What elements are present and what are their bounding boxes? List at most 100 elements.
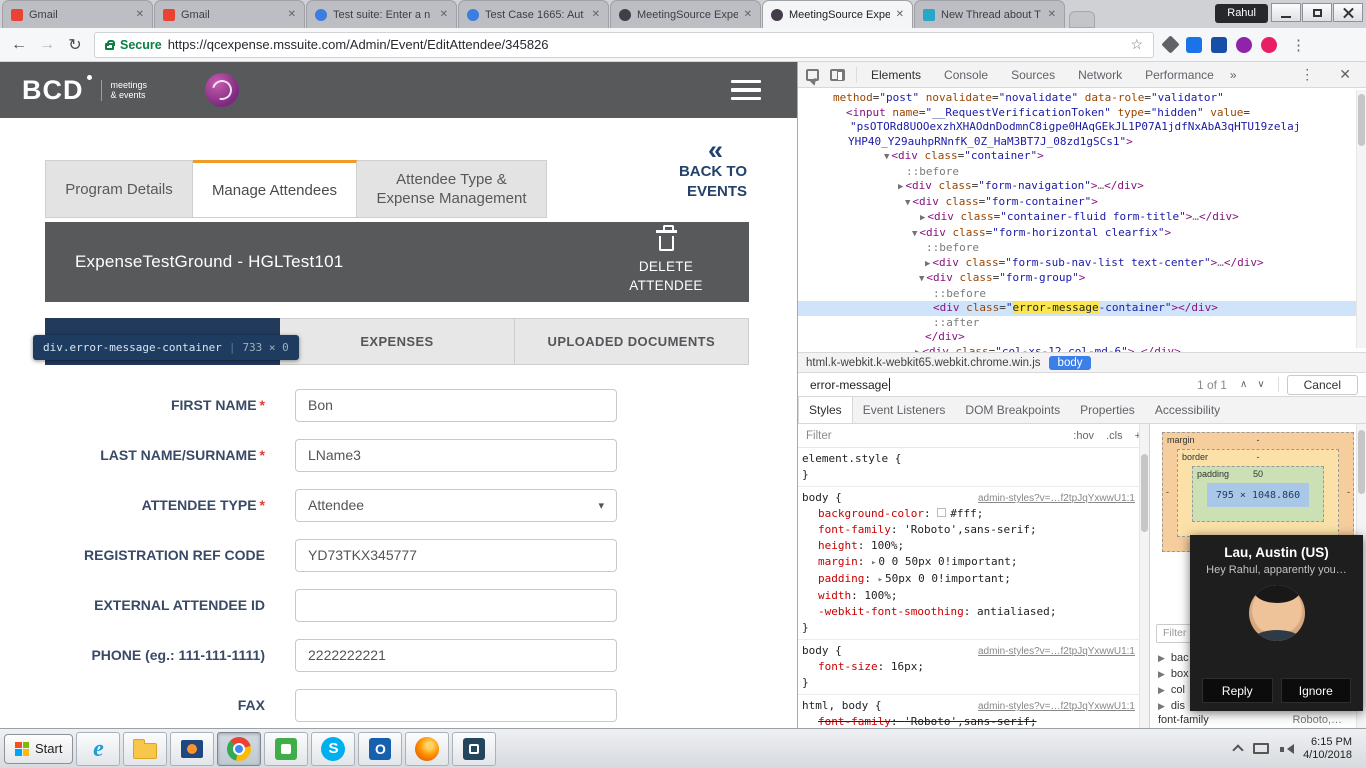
- last-name-input[interactable]: [295, 439, 617, 472]
- css-property[interactable]: font-size: 16px;: [798, 659, 1149, 675]
- devtools-menu-icon[interactable]: ⋮: [1293, 66, 1321, 83]
- media-player-taskbar-button[interactable]: [170, 732, 214, 766]
- dom-node[interactable]: ▼<div class="form-horizontal clearfix">: [798, 226, 1366, 242]
- dom-node[interactable]: ::before: [798, 287, 1366, 302]
- extension-icon-1[interactable]: [1161, 35, 1179, 53]
- css-property[interactable]: font-family: 'Roboto',sans-serif;: [798, 522, 1149, 538]
- dom-node[interactable]: method="post" novalidate="novalidate" da…: [798, 91, 1366, 106]
- styles-filter[interactable]: Filter: [806, 430, 832, 442]
- css-property[interactable]: background-color: #fff;: [798, 506, 1149, 522]
- dom-node[interactable]: ▼<div class="form-group">: [798, 271, 1366, 287]
- minimize-button[interactable]: [1271, 3, 1301, 22]
- ignore-button[interactable]: Ignore: [1281, 678, 1352, 703]
- external-attendee-id-input[interactable]: [295, 589, 617, 622]
- subtab-uploaded-documents[interactable]: UPLOADED DOCUMENTS: [515, 318, 749, 365]
- tab-attendee-type-expense[interactable]: Attendee Type & Expense Management: [357, 160, 547, 218]
- dom-node[interactable]: ▶<div class="form-sub-nav-list text-cent…: [798, 256, 1366, 272]
- start-button[interactable]: Start: [4, 734, 73, 764]
- stylesheet-link[interactable]: admin-styles?v=…f2tpJqYxwwU1:1: [978, 699, 1135, 715]
- new-tab-button[interactable]: [1069, 11, 1095, 28]
- green-app-taskbar-button[interactable]: [264, 732, 308, 766]
- styles-tab-styles[interactable]: Styles: [798, 397, 853, 423]
- css-selector[interactable]: body: [802, 644, 829, 657]
- phone-input[interactable]: [295, 639, 617, 672]
- browser-tab[interactable]: Test Case 1665: Aut✕: [458, 0, 609, 28]
- extension-icon-5[interactable]: [1261, 37, 1277, 53]
- css-property[interactable]: margin: ▸0 0 50px 0!important;: [798, 554, 1149, 571]
- reply-button[interactable]: Reply: [1202, 678, 1273, 703]
- search-previous-icon[interactable]: ∧: [1235, 379, 1252, 390]
- back-to-events-link[interactable]: « BACK TO EVENTS: [627, 138, 747, 203]
- devtools-tab-network[interactable]: Network: [1075, 68, 1125, 82]
- devtools-tab-console[interactable]: Console: [941, 68, 991, 82]
- inspect-element-icon[interactable]: [806, 69, 819, 81]
- first-name-input[interactable]: [295, 389, 617, 422]
- device-toolbar-icon[interactable]: [830, 69, 845, 81]
- fax-input[interactable]: [295, 689, 617, 722]
- extension-icon-3[interactable]: [1211, 37, 1227, 53]
- tab-close-icon[interactable]: ✕: [592, 9, 600, 20]
- dom-node[interactable]: ::before: [798, 241, 1366, 256]
- dom-node[interactable]: "psOTORd8UOOexzhXHAOdnDodmnC8igpe0HAqGEk…: [798, 120, 1366, 135]
- delete-attendee-button[interactable]: DELETE ATTENDEE: [619, 228, 713, 296]
- display-icon[interactable]: [1253, 743, 1269, 754]
- search-query[interactable]: error-message: [810, 378, 888, 392]
- dom-node[interactable]: YHP40_Y29auhpRNnfK_0Z_HaM3BT7J_08zd1gSCs…: [798, 135, 1366, 150]
- dom-node[interactable]: ::before: [798, 165, 1366, 180]
- tab-close-icon[interactable]: ✕: [440, 9, 448, 20]
- browser-tab[interactable]: Gmail✕: [2, 0, 153, 28]
- dom-node[interactable]: ▶<div class="col-xs-12 col-md-6">…</div>: [798, 345, 1366, 353]
- ts-app-taskbar-button[interactable]: [452, 732, 496, 766]
- chrome-menu-icon[interactable]: ⋮: [1287, 36, 1310, 54]
- styles-tab-properties[interactable]: Properties: [1070, 397, 1145, 423]
- ie-taskbar-button[interactable]: e: [76, 732, 120, 766]
- css-property[interactable]: padding: ▸50px 0 0!important;: [798, 571, 1149, 588]
- css-selector[interactable]: html, body: [802, 699, 868, 712]
- profile-button[interactable]: Rahul: [1215, 4, 1268, 23]
- tray-expand-icon[interactable]: [1232, 744, 1243, 755]
- tab-program-details[interactable]: Program Details: [45, 160, 193, 218]
- css-property[interactable]: width: 100%;: [798, 588, 1149, 604]
- devtools-tab-performance[interactable]: Performance: [1142, 68, 1217, 82]
- skype-taskbar-button[interactable]: S: [311, 732, 355, 766]
- stylesheet-link[interactable]: admin-styles?v=…f2tpJqYxwwU1:1: [978, 491, 1135, 507]
- css-property[interactable]: -webkit-font-smoothing: antialiased;: [798, 604, 1149, 620]
- dom-node[interactable]: ▶<div class="container-fluid form-title"…: [798, 210, 1366, 226]
- css-selector[interactable]: body: [802, 491, 829, 504]
- close-button[interactable]: [1333, 3, 1363, 22]
- bookmark-star-icon[interactable]: ☆: [1130, 36, 1143, 53]
- refresh-icon[interactable]: ↻: [66, 35, 84, 55]
- subtab-expenses[interactable]: EXPENSES: [280, 318, 514, 365]
- more-tabs-icon[interactable]: »: [1230, 68, 1237, 82]
- tab-close-icon[interactable]: ✕: [136, 9, 144, 20]
- hamburger-menu-icon[interactable]: [731, 80, 761, 101]
- extension-icon-4[interactable]: [1236, 37, 1252, 53]
- registration-ref-code-input[interactable]: [295, 539, 617, 572]
- dom-node[interactable]: </div>: [798, 330, 1366, 345]
- stylesheet-link[interactable]: admin-styles?v=…f2tpJqYxwwU1:1: [978, 644, 1135, 660]
- css-property[interactable]: font-family: 'Roboto',sans-serif;: [798, 714, 1149, 728]
- devtools-close-icon[interactable]: ✕: [1332, 66, 1358, 83]
- dom-node[interactable]: ▼<div class="form-container">: [798, 195, 1366, 211]
- outlook-taskbar-button[interactable]: O: [358, 732, 402, 766]
- tab-close-icon[interactable]: ✕: [896, 9, 904, 20]
- dom-node[interactable]: ::after: [798, 316, 1366, 331]
- attendee-type-select[interactable]: Attendee▾: [295, 489, 617, 522]
- styles-tab-dom-breakpoints[interactable]: DOM Breakpoints: [955, 397, 1070, 423]
- browser-tab[interactable]: New Thread about T✕: [914, 0, 1065, 28]
- file-explorer-taskbar-button[interactable]: [123, 732, 167, 766]
- tab-manage-attendees[interactable]: Manage Attendees: [193, 160, 357, 218]
- dom-node[interactable]: ▼<div class="container">: [798, 149, 1366, 165]
- browser-tab[interactable]: Gmail✕: [154, 0, 305, 28]
- extension-icon-2[interactable]: [1186, 37, 1202, 53]
- styles-tab-accessibility[interactable]: Accessibility: [1145, 397, 1230, 423]
- tab-close-icon[interactable]: ✕: [288, 9, 296, 20]
- url-text[interactable]: https://qcexpense.mssuite.com/Admin/Even…: [168, 37, 1125, 52]
- dom-node[interactable]: ▶<div class="form-navigation">…</div>: [798, 179, 1366, 195]
- browser-tab[interactable]: MeetingSource Exper✕: [610, 0, 761, 28]
- dom-node[interactable]: <input name="__RequestVerificationToken"…: [798, 106, 1366, 121]
- search-next-icon[interactable]: ∨: [1252, 379, 1269, 390]
- styles-scrollbar[interactable]: [1139, 424, 1149, 728]
- browser-tab[interactable]: Test suite: Enter a n✕: [306, 0, 457, 28]
- breadcrumb-selected[interactable]: body: [1049, 356, 1092, 370]
